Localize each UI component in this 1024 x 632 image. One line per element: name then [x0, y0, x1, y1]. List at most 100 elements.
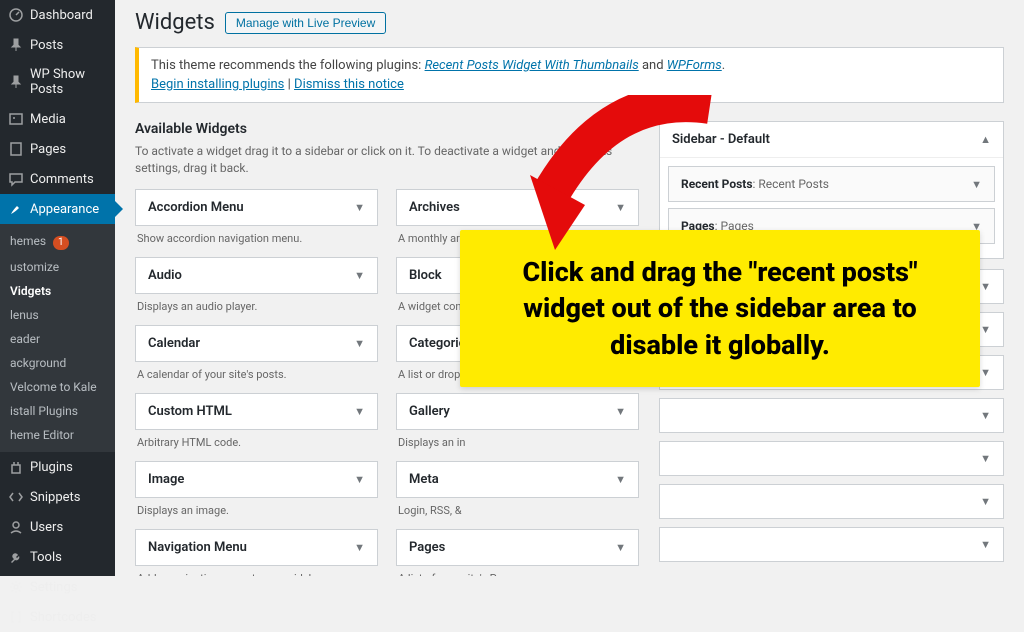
- sidebar-item-tools[interactable]: Tools: [0, 542, 115, 572]
- sidebar-item-label: Posts: [30, 38, 63, 53]
- widget-name: Image: [148, 472, 184, 487]
- sidebar-sub-heme-editor[interactable]: heme Editor: [0, 423, 115, 447]
- widget-name: Gallery: [409, 404, 450, 419]
- chevron-down-icon: ▼: [971, 178, 982, 191]
- sidebar-sub-istall-plugins[interactable]: istall Plugins: [0, 399, 115, 423]
- sidebar-item-settings[interactable]: Settings: [0, 572, 115, 602]
- widget-desc: Add a navigation menu to your sidebar.: [135, 566, 378, 576]
- sidebar-item-label: Plugins: [30, 460, 73, 475]
- callout-text: Click and drag the "recent posts" widget…: [522, 256, 917, 361]
- chevron-down-icon: ▼: [980, 495, 991, 508]
- available-widget-pages[interactable]: Pages ▼: [396, 529, 639, 566]
- annotation-arrow: [480, 95, 730, 265]
- sidebar-area-collapsed[interactable]: ▼: [659, 398, 1004, 433]
- chevron-up-icon: ▲: [980, 133, 991, 146]
- sidebar-sub-lenus[interactable]: lenus: [0, 303, 115, 327]
- sidebar-item-label: Pages: [30, 142, 66, 157]
- comment-icon: [8, 171, 24, 187]
- sidebar-area-collapsed[interactable]: ▼: [659, 484, 1004, 519]
- widget-desc: Login, RSS, &: [396, 498, 639, 529]
- sidebar-area-collapsed[interactable]: ▼: [659, 527, 1004, 562]
- plugin-icon: [8, 459, 24, 475]
- sidebar-item-pages[interactable]: Pages: [0, 134, 115, 164]
- widget-desc: Displays an image.: [135, 498, 378, 529]
- plugin-link-1[interactable]: Recent Posts Widget With Thumbnails: [425, 58, 639, 73]
- sidebar-item-media[interactable]: Media: [0, 104, 115, 134]
- available-widget-custom-html[interactable]: Custom HTML▼: [135, 393, 378, 430]
- available-widget-navigation-menu[interactable]: Navigation Menu ▼: [135, 529, 378, 566]
- widget-name: Audio: [148, 268, 182, 283]
- widget-name: Archives: [409, 200, 460, 215]
- sidebar-sub-velcome-to-kale[interactable]: Velcome to Kale: [0, 375, 115, 399]
- sidebar-item-users[interactable]: Users: [0, 512, 115, 542]
- widget-name: Navigation Menu: [148, 540, 247, 555]
- live-preview-button[interactable]: Manage with Live Preview: [225, 12, 386, 34]
- available-widget-calendar[interactable]: Calendar▼: [135, 325, 378, 362]
- chevron-down-icon: ▼: [354, 337, 365, 350]
- sidebar-item-label: Dashboard: [30, 8, 93, 23]
- widget-desc: A calendar of your site's posts.: [135, 362, 378, 393]
- sidebar-item-label: Appearance: [30, 202, 99, 217]
- pin-icon: [8, 37, 24, 53]
- widget-name: Accordion Menu: [148, 200, 244, 215]
- widget-desc: Show accordion navigation menu.: [135, 226, 378, 257]
- page-title: Widgets: [135, 10, 215, 35]
- chevron-down-icon: ▼: [354, 473, 365, 486]
- sidebar-item-wp-show-posts[interactable]: WP Show Posts: [0, 60, 115, 104]
- widget-desc: Displays an audio player.: [135, 294, 378, 325]
- media-icon: [8, 111, 24, 127]
- widget-name: Meta: [409, 472, 439, 487]
- widget-name: Block: [409, 268, 442, 283]
- sidebar-item-plugins[interactable]: Plugins: [0, 452, 115, 482]
- sidebar-sub-ackground[interactable]: ackground: [0, 351, 115, 375]
- chevron-down-icon: ▼: [980, 366, 991, 379]
- sidebar-item-label: Shortcodes: [30, 610, 96, 625]
- sidebar-item-label: Media: [30, 112, 66, 127]
- sidebar-area-collapsed[interactable]: ▼: [659, 441, 1004, 476]
- available-widget-audio[interactable]: Audio ▼: [135, 257, 378, 294]
- widget-name: Pages: [409, 540, 445, 555]
- users-icon: [8, 519, 24, 535]
- page-icon: [8, 141, 24, 157]
- sidebar-item-label: Comments: [30, 172, 94, 187]
- chevron-down-icon: ▼: [615, 541, 626, 554]
- dismiss-notice-link[interactable]: Dismiss this notice: [294, 77, 404, 92]
- chevron-down-icon: ▼: [980, 538, 991, 551]
- sidebar-sub-eader[interactable]: eader: [0, 327, 115, 351]
- sidebar-item-label: Users: [30, 520, 63, 535]
- chevron-down-icon: ▼: [354, 269, 365, 282]
- chevron-down-icon: ▼: [980, 280, 991, 293]
- sidebar-item-posts[interactable]: Posts: [0, 30, 115, 60]
- available-widget-image[interactable]: Image ▼: [135, 461, 378, 498]
- sidebar-item-label: Snippets: [30, 490, 81, 505]
- settings-icon: [8, 579, 24, 595]
- sidebar-sub-vidgets[interactable]: Vidgets: [0, 279, 115, 303]
- sidebar-sub-hemes[interactable]: hemes 1: [0, 229, 115, 255]
- sidebar-item-label: Tools: [30, 550, 62, 565]
- chevron-down-icon: ▼: [615, 405, 626, 418]
- admin-sidebar: Dashboard Posts WP Show Posts Media Pages Com…: [0, 0, 115, 576]
- chevron-down-icon: ▼: [354, 405, 365, 418]
- available-widget-gallery[interactable]: Gallery ▼: [396, 393, 639, 430]
- code-icon: [8, 489, 24, 505]
- sidebar-item-comments[interactable]: Comments: [0, 164, 115, 194]
- available-widget-meta[interactable]: Meta▼: [396, 461, 639, 498]
- bracket-icon: [8, 609, 24, 625]
- chevron-down-icon: ▼: [980, 452, 991, 465]
- brush-icon: [8, 201, 24, 217]
- chevron-down-icon: ▼: [354, 541, 365, 554]
- dashboard-icon: [8, 7, 24, 23]
- chevron-down-icon: ▼: [980, 409, 991, 422]
- widget-desc: Arbitrary HTML code.: [135, 430, 378, 461]
- notice-text: This theme recommends the following plug…: [151, 58, 425, 73]
- pin-icon: [8, 74, 24, 90]
- available-widget-accordion-menu[interactable]: Accordion Menu ▼: [135, 189, 378, 226]
- sidebar-item-appearance[interactable]: Appearance: [0, 194, 115, 224]
- chevron-down-icon: ▼: [354, 201, 365, 214]
- begin-installing-link[interactable]: Begin installing plugins: [151, 77, 284, 92]
- plugin-link-2[interactable]: WPForms: [667, 58, 722, 73]
- sidebar-item-snippets[interactable]: Snippets: [0, 482, 115, 512]
- sidebar-item-dashboard[interactable]: Dashboard: [0, 0, 115, 30]
- sidebar-item-shortcodes[interactable]: Shortcodes: [0, 602, 115, 632]
- sidebar-sub-ustomize[interactable]: ustomize: [0, 255, 115, 279]
